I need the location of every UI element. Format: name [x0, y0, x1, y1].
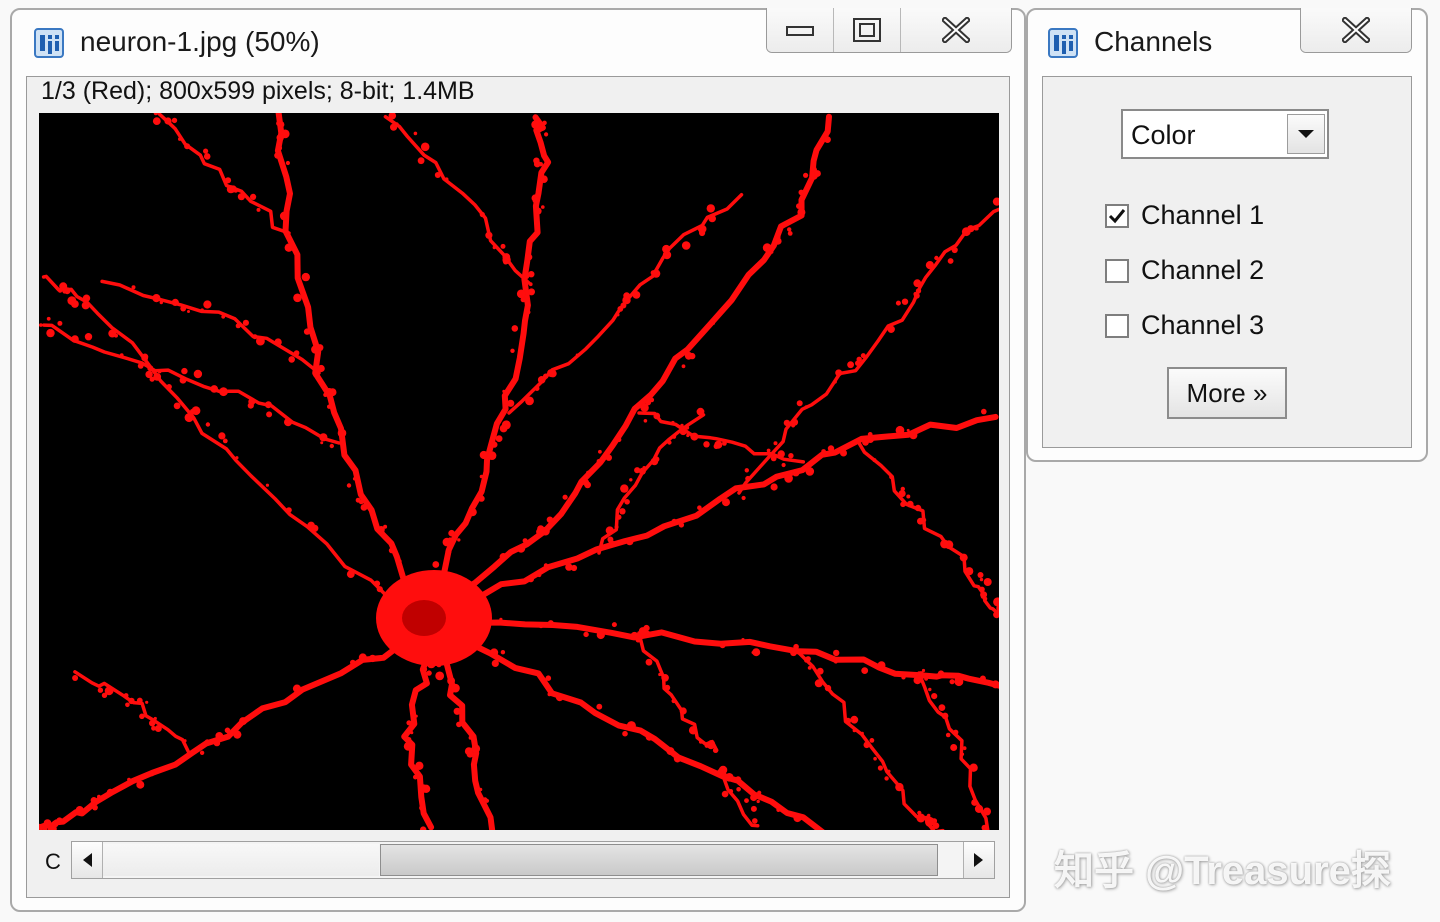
image-window: neuron-1.jpg (50%) 1/3 (Red); 800x599 pi…	[10, 8, 1026, 912]
minimize-button[interactable]	[767, 8, 834, 52]
arrow-right-icon	[974, 853, 983, 867]
channel-2-checkbox[interactable]: Channel 2	[1105, 255, 1264, 286]
channel-slider[interactable]	[71, 841, 995, 879]
close-icon	[942, 17, 970, 43]
arrow-left-icon	[83, 853, 92, 867]
neuron-nucleus	[402, 600, 446, 636]
channel-1-checkbox[interactable]: Channel 1	[1105, 200, 1264, 231]
checkbox-label: Channel 2	[1141, 255, 1265, 285]
channel-slider-label: C	[45, 849, 61, 874]
image-canvas[interactable]	[39, 113, 999, 830]
checkbox-box[interactable]	[1105, 313, 1129, 338]
close-button[interactable]	[901, 8, 1011, 52]
channels-window: Channels Color Channel 1 Channel 2 Chann…	[1026, 8, 1428, 462]
maximize-icon	[853, 18, 881, 42]
checkbox-label: Channel 3	[1141, 310, 1265, 340]
watermark-text: 知乎 @Treasure探	[1054, 849, 1391, 893]
mode-select-dropdown-button[interactable]	[1287, 114, 1325, 154]
mode-select[interactable]: Color	[1121, 109, 1329, 159]
channel-3-checkbox[interactable]: Channel 3	[1105, 310, 1264, 341]
channels-panel: Color Channel 1 Channel 2 Channel 3 More…	[1042, 76, 1412, 448]
maximize-button[interactable]	[834, 8, 901, 52]
close-button[interactable]	[1301, 8, 1411, 52]
close-icon	[1342, 17, 1370, 43]
image-window-title: neuron-1.jpg (50%)	[80, 26, 320, 57]
checkbox-box[interactable]	[1105, 258, 1129, 283]
minimize-icon	[786, 26, 814, 36]
neuron-dendrites	[39, 113, 999, 830]
window-controls	[766, 8, 1012, 53]
checkbox-label: Channel 1	[1141, 200, 1265, 230]
checkmark-icon	[1108, 208, 1126, 223]
mode-select-value: Color	[1131, 120, 1196, 150]
image-panel: 1/3 (Red); 800x599 pixels; 8-bit; 1.4MB …	[26, 76, 1010, 898]
window-controls	[1300, 8, 1412, 53]
checkbox-box[interactable]	[1105, 203, 1129, 228]
channels-window-title: Channels	[1094, 26, 1213, 57]
slider-left-arrow[interactable]	[72, 842, 103, 878]
imagej-icon	[1048, 28, 1078, 58]
slider-track[interactable]	[103, 844, 379, 876]
more-button[interactable]: More »	[1167, 367, 1287, 419]
neuron-image	[39, 113, 999, 830]
chevron-down-icon	[1298, 130, 1314, 138]
image-info-status: 1/3 (Red); 800x599 pixels; 8-bit; 1.4MB	[41, 77, 475, 105]
slider-right-arrow[interactable]	[963, 842, 994, 878]
slider-thumb[interactable]	[380, 844, 938, 876]
imagej-icon	[34, 28, 64, 58]
